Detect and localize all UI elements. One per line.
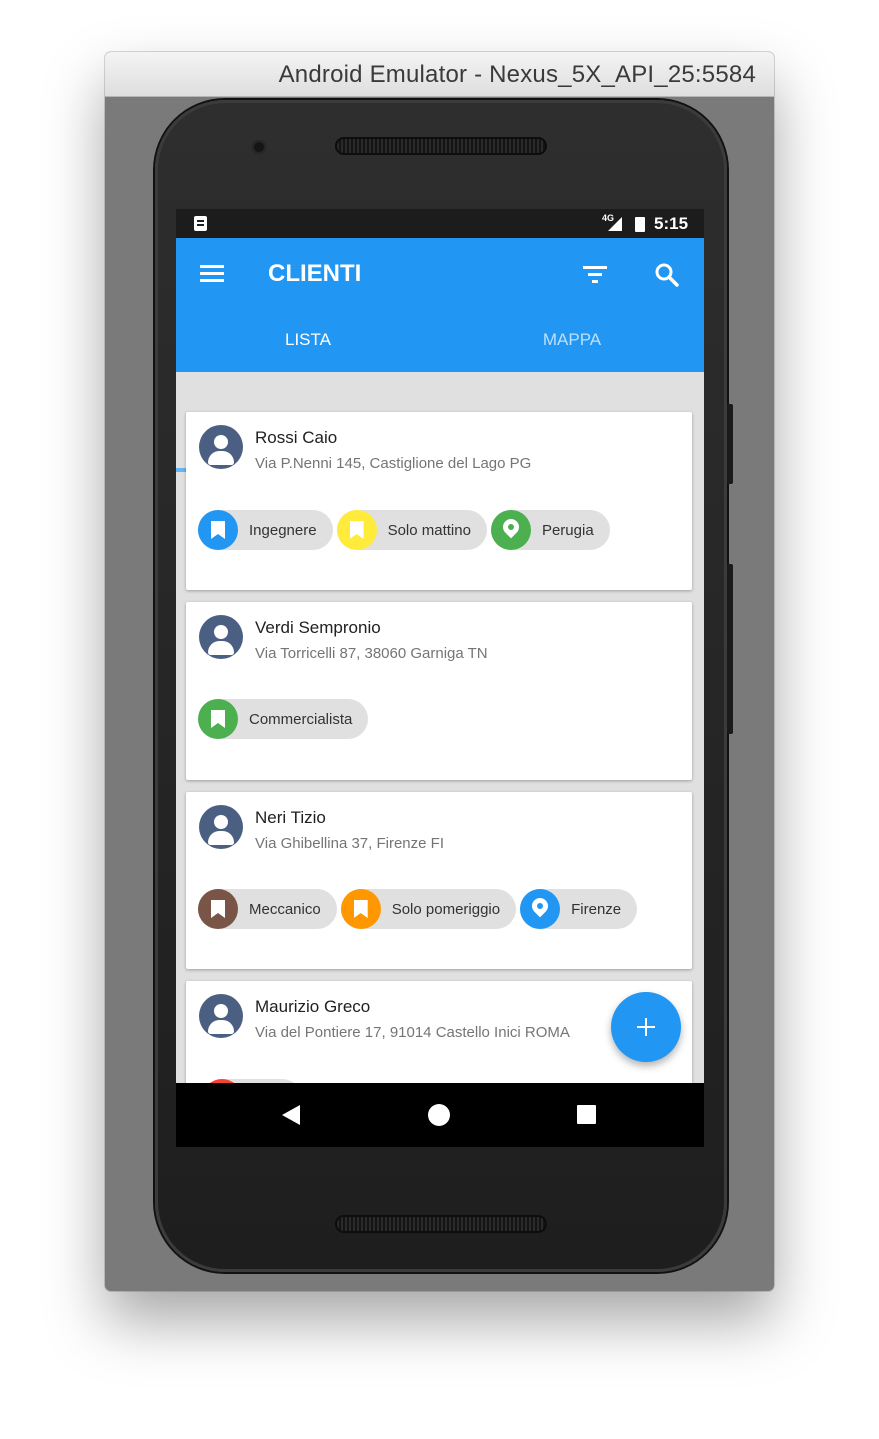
front-camera	[252, 140, 266, 154]
bookmark-icon	[198, 510, 238, 550]
battery-icon	[635, 217, 645, 232]
window-title: Android Emulator - Nexus_5X_API_25:5584	[278, 61, 756, 88]
bookmark-icon	[198, 699, 238, 739]
tag-chip[interactable]: Ingegnere	[198, 510, 333, 550]
client-address: Via Ghibellina 37, Firenze FI	[255, 835, 444, 852]
tag-label: Perugia	[541, 521, 594, 539]
status-time: 5:15	[654, 214, 689, 233]
volume-button[interactable]	[727, 564, 733, 734]
tag-label: Solo pomeriggio	[391, 900, 501, 918]
tag-label: Firenze	[571, 900, 622, 918]
tab-bar: LISTA MAPPA	[176, 310, 704, 472]
device-screen: 4G 5:15 CLIENTI LISTA MAPPA Rossi Caio V…	[176, 209, 704, 1147]
system-nav-bar	[176, 1083, 704, 1147]
tab-mappa[interactable]: MAPPA	[440, 310, 704, 372]
client-address: Via del Pontiere 17, 91014 Castello Inic…	[255, 1024, 570, 1041]
tag-chip[interactable]: Solo pomeriggio	[340, 889, 517, 929]
app-bar: CLIENTI	[176, 238, 704, 310]
signal-icon	[608, 217, 622, 231]
back-icon[interactable]	[282, 1105, 300, 1125]
bookmark-icon	[340, 889, 381, 929]
bookmark-icon	[198, 889, 238, 929]
location-pin-icon	[490, 510, 531, 550]
location-pin-icon	[520, 889, 561, 929]
tab-lista[interactable]: LISTA	[176, 310, 440, 372]
power-button[interactable]	[727, 404, 733, 484]
client-name: Rossi Caio	[255, 428, 338, 447]
tag-chip[interactable]: Meccanico	[198, 889, 337, 929]
filter-icon[interactable]	[583, 266, 607, 284]
tag-list: Ingegnere Solo mattino Perugia	[198, 510, 610, 550]
window-titlebar[interactable]: Android Emulator - Nexus_5X_API_25:5584	[105, 52, 774, 97]
notification-icon	[194, 216, 207, 231]
recents-icon[interactable]	[577, 1105, 596, 1124]
tag-label: Commercialista	[249, 710, 353, 728]
tag-label: Solo mattino	[387, 521, 471, 539]
add-client-button[interactable]	[611, 992, 681, 1062]
top-speaker	[335, 137, 547, 155]
avatar	[199, 994, 243, 1038]
status-bar: 4G 5:15	[176, 209, 704, 238]
search-icon[interactable]	[654, 262, 680, 288]
menu-icon[interactable]	[200, 265, 224, 283]
client-address: Via P.Nenni 145, Castiglione del Lago PG	[255, 455, 532, 472]
page-title: CLIENTI	[268, 260, 362, 287]
tag-chip[interactable]: Solo mattino	[336, 510, 487, 550]
home-icon[interactable]	[428, 1104, 450, 1126]
tag-chip[interactable]: Perugia	[490, 510, 610, 550]
client-address: Via Torricelli 87, 38060 Garniga TN	[255, 645, 488, 662]
client-card[interactable]: Rossi Caio Via P.Nenni 145, Castiglione …	[186, 412, 692, 590]
tag-label: Meccanico	[249, 900, 321, 918]
client-name: Verdi Sempronio	[255, 618, 381, 637]
tag-chip[interactable]: Commercialista	[198, 699, 369, 739]
avatar	[199, 805, 243, 849]
client-name: Maurizio Greco	[255, 997, 371, 1016]
avatar	[199, 615, 243, 659]
avatar	[199, 425, 243, 469]
bookmark-icon	[336, 510, 377, 550]
client-name: Neri Tizio	[255, 808, 326, 827]
tag-label: Ingegnere	[249, 521, 317, 539]
tag-list: Commercialista	[198, 699, 369, 739]
client-card[interactable]: Verdi Sempronio Via Torricelli 87, 38060…	[186, 602, 692, 780]
client-card[interactable]: Neri Tizio Via Ghibellina 37, Firenze FI…	[186, 792, 692, 969]
tag-list: Meccanico Solo pomeriggio Firenze	[198, 889, 638, 929]
tag-chip[interactable]: Firenze	[520, 889, 638, 929]
bottom-speaker	[335, 1215, 547, 1233]
